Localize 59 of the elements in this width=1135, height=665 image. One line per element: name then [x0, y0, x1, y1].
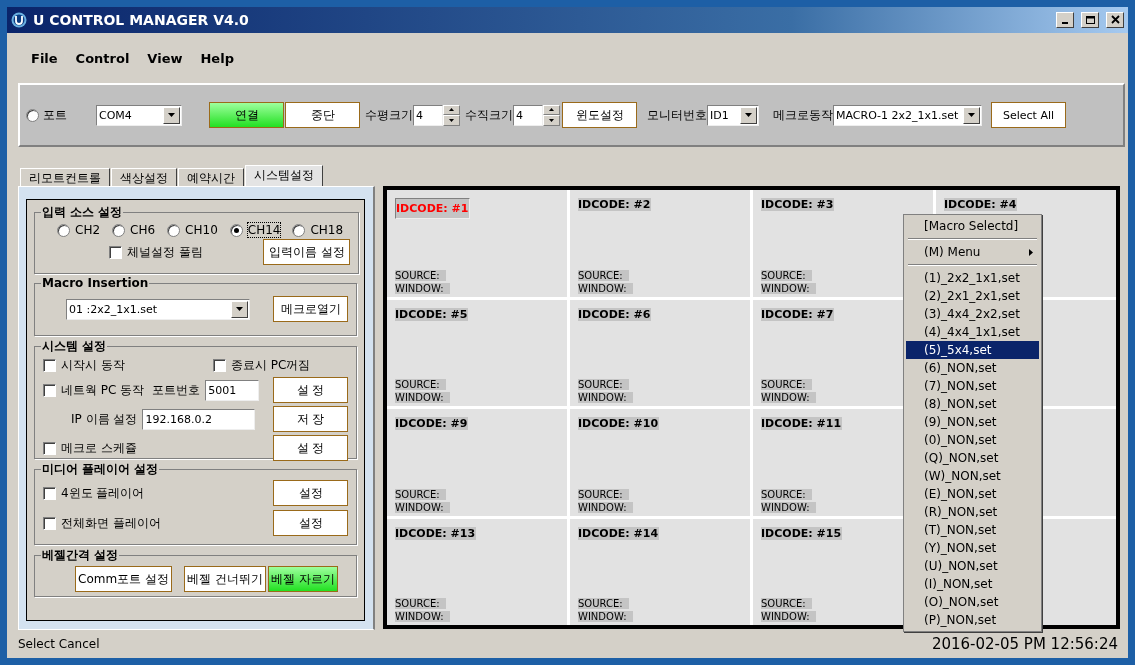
id-code: IDCODE: #1 — [395, 198, 471, 219]
group-title: 시스템 설정 — [41, 338, 108, 355]
id-code: IDCODE: #3 — [761, 198, 835, 211]
window-label: WINDOW: — [395, 282, 450, 294]
field-label: 모니터번호 — [647, 106, 707, 124]
source-label: SOURCE: — [395, 488, 446, 500]
window-label: WINDOW: — [578, 282, 633, 294]
source-label: SOURCE: — [578, 379, 629, 390]
id-code: IDCODE: #5 — [395, 307, 469, 321]
window-label: WINDOW: — [395, 611, 450, 622]
field-label: 수평크기 — [365, 106, 413, 124]
source-label: SOURCE: — [761, 269, 812, 281]
checkbox-label: 4윈도 플레이어 — [61, 484, 145, 502]
group-title: 미디어 플레이어 설정 — [41, 461, 160, 478]
source-label: SOURCE: — [395, 269, 446, 281]
id-code: IDCODE: #13 — [395, 526, 477, 540]
id-code: IDCODE: #9 — [395, 417, 469, 430]
id-code: IDCODE: #4 — [944, 198, 1018, 211]
checkbox-label: 체널설정 풀림 — [127, 243, 203, 261]
id-code: IDCODE: #10 — [578, 417, 660, 430]
window-label: WINDOW: — [761, 611, 816, 622]
radio-label: 포트 — [43, 106, 67, 124]
window-label: WINDOW: — [395, 392, 450, 403]
window-label: WINDOW: — [578, 611, 633, 622]
source-label: SOURCE: — [395, 598, 446, 609]
group-title: 입력 소스 설정 — [41, 204, 124, 221]
checkbox-label: 전체화면 플레이어 — [61, 514, 161, 532]
date-time: 2016-02-05 PM 12:56:24 — [931, 635, 1118, 653]
group-title: 베젤간격 설정 — [41, 547, 120, 564]
id-code: IDCODE: #2 — [578, 198, 652, 211]
window-label: WINDOW: — [578, 501, 633, 513]
source-label: SOURCE: — [761, 379, 812, 390]
source-label: SOURCE: — [761, 598, 812, 609]
id-code: IDCODE: #6 — [578, 307, 652, 321]
id-code: IDCODE: #14 — [578, 526, 660, 540]
source-label: SOURCE: — [395, 379, 446, 390]
id-code: IDCODE: #15 — [761, 526, 843, 540]
window-label: WINDOW: — [578, 392, 633, 403]
checkbox-label: 네트웍 PC 동작 — [61, 381, 145, 399]
checkbox-label: 메크로 스케쥴 — [61, 439, 137, 457]
source-label: SOURCE: — [578, 598, 629, 609]
field-label: 포트번호 — [152, 381, 201, 399]
source-label: SOURCE: — [578, 488, 629, 500]
window-label: WINDOW: — [761, 501, 816, 513]
id-code: IDCODE: #7 — [761, 307, 835, 321]
window-title: U CONTROL MANAGER V4.0 — [33, 12, 249, 28]
window-label: WINDOW: — [395, 501, 450, 513]
window-label: WINDOW: — [761, 392, 816, 403]
status-message: Select Cancel — [18, 637, 100, 651]
field-label: 메크로동작 — [773, 106, 833, 124]
id-code: IDCODE: #11 — [761, 417, 843, 430]
field-label: IP 이름 설정 — [71, 410, 138, 428]
window-label: WINDOW: — [761, 282, 816, 294]
field-label: 수직크기 — [465, 106, 513, 124]
group-title: Macro Insertion — [41, 276, 150, 290]
checkbox-label: 시작시 동작 — [61, 357, 125, 374]
checkbox-label: 종료시 PC꺼짐 — [230, 357, 311, 374]
source-label: SOURCE: — [578, 269, 629, 281]
source-label: SOURCE: — [761, 488, 812, 500]
